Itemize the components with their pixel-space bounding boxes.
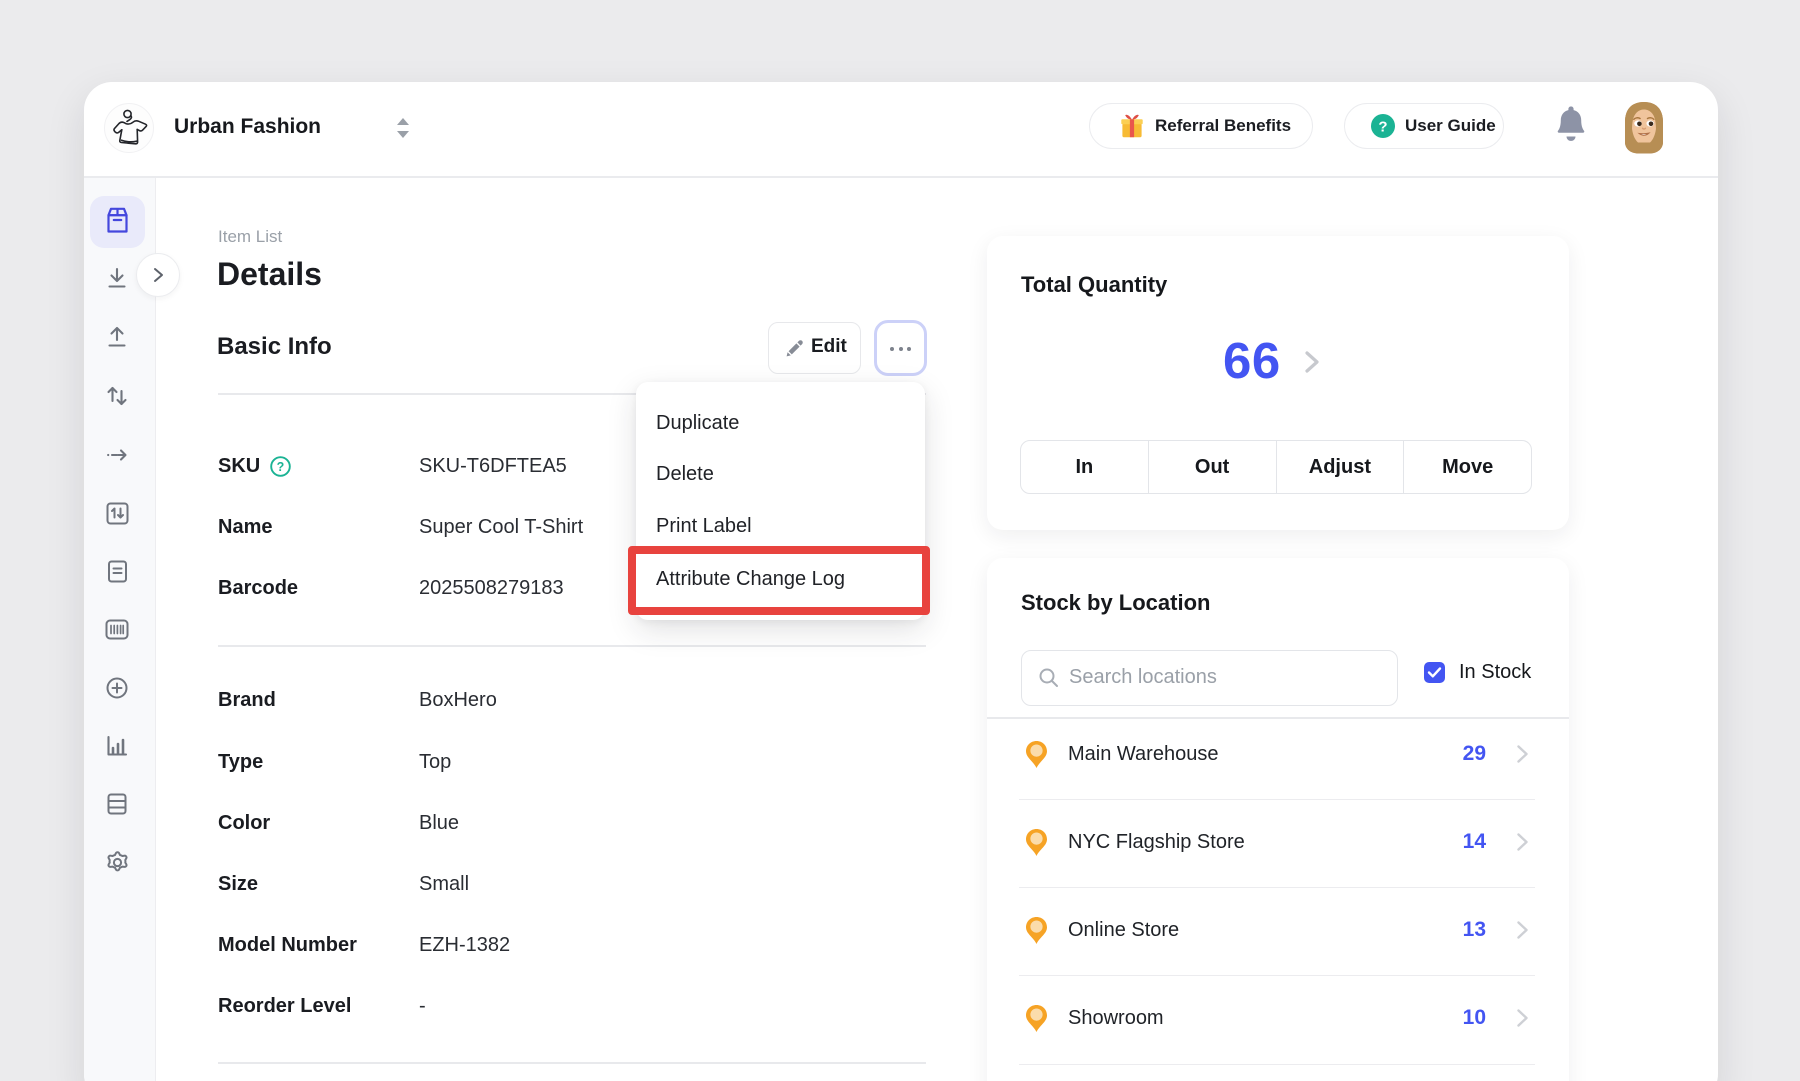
svg-text:?: ? bbox=[277, 460, 285, 474]
svg-text:?: ? bbox=[1378, 119, 1387, 136]
